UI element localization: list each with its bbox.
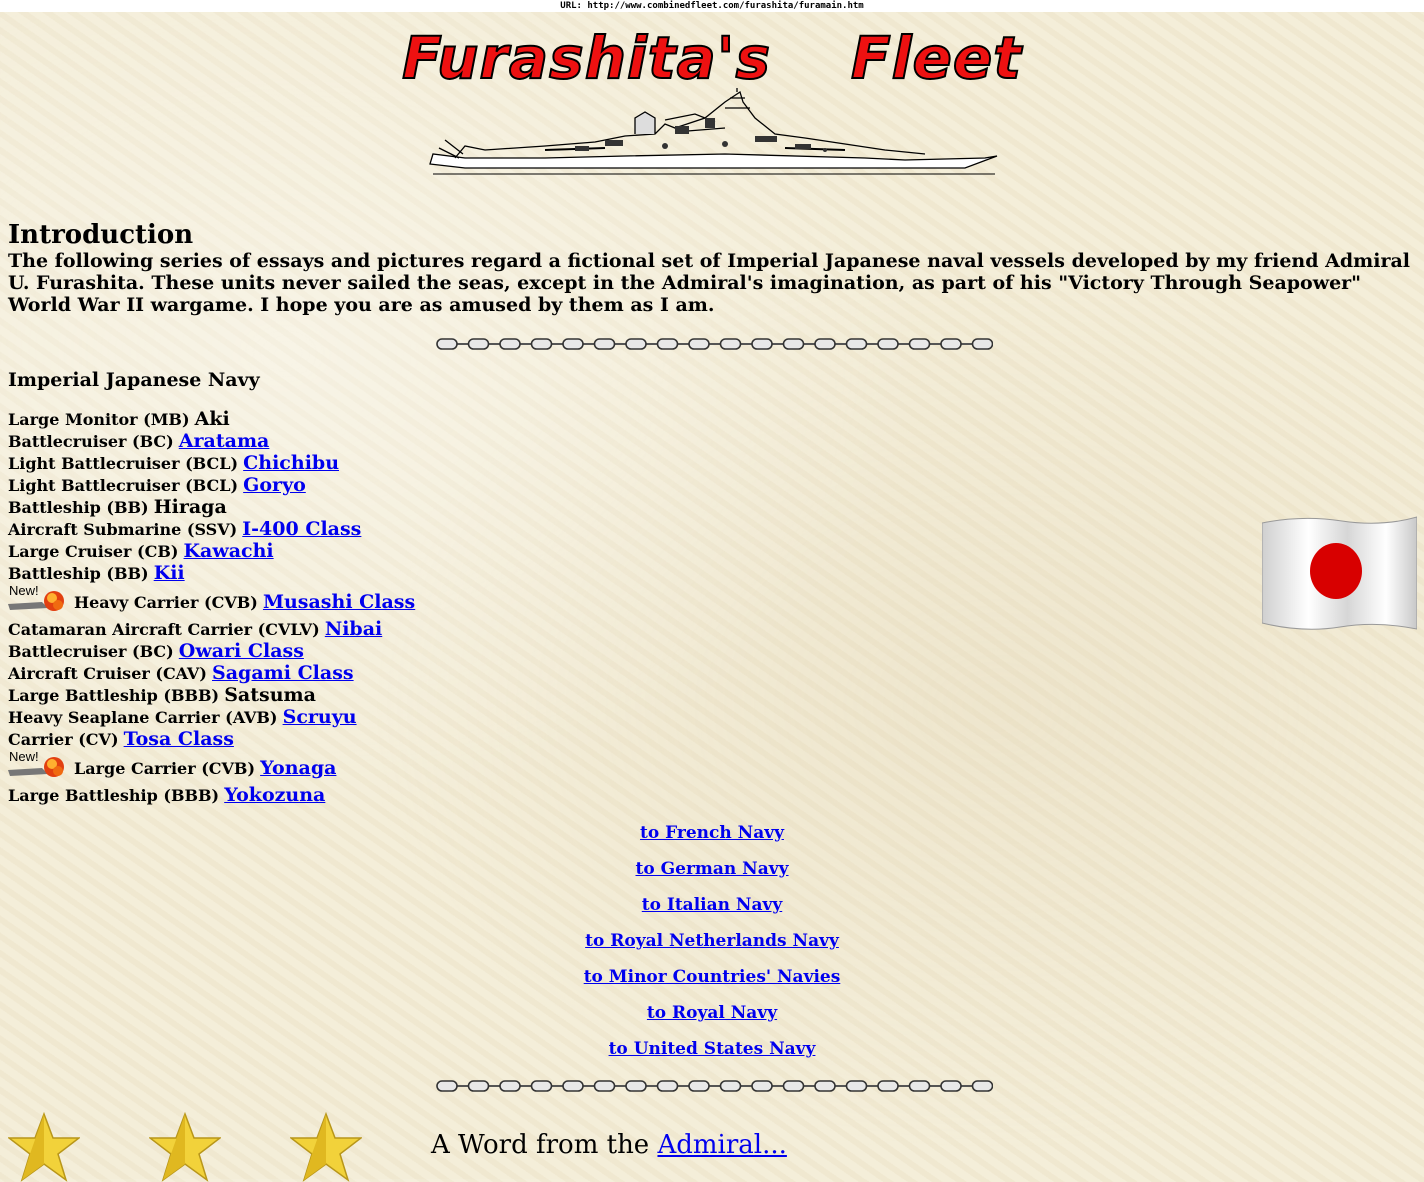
ship-link[interactable]: I-400 Class — [242, 518, 361, 540]
admiral-link[interactable]: Admiral... — [657, 1130, 786, 1160]
japanese-flag-icon — [1262, 516, 1417, 630]
word-from-admiral: A Word from the Admiral... — [431, 1130, 787, 1160]
ship-list: Large Monitor (MB) Aki Battlecruiser (BC)… — [8, 408, 415, 806]
gold-star-icon — [149, 1112, 221, 1182]
ship-link[interactable]: Owari Class — [179, 640, 304, 662]
ship-type: Battleship (BB) — [8, 498, 149, 517]
new-badge-icon: New! — [8, 583, 70, 614]
ship-link[interactable]: Musashi Class — [263, 591, 415, 613]
chain-divider-bottom-icon — [436, 1080, 993, 1092]
ship-item: Aircraft Cruiser (CAV) Sagami Class — [8, 662, 415, 684]
ship-item: Battleship (BB) Hiraga — [8, 496, 415, 518]
ship-type: Large Cruiser (CB) — [8, 542, 179, 561]
chain-divider-icon — [436, 338, 993, 350]
ship-item: Battlecruiser (BC) Owari Class — [8, 640, 415, 662]
nav-item: to Italian Navy — [0, 892, 1424, 928]
nav-item: to French Navy — [0, 820, 1424, 856]
navy-link[interactable]: to Royal Netherlands Navy — [585, 931, 839, 951]
ship-type: Light Battlecruiser (BCL) — [8, 454, 239, 473]
ship-name: Aki — [194, 408, 230, 430]
ship-type: Large Battleship (BBB) — [8, 686, 220, 705]
nav-item: to Royal Navy — [0, 1000, 1424, 1036]
ship-link[interactable]: Tosa Class — [124, 728, 234, 750]
ship-link[interactable]: Chichibu — [243, 452, 339, 474]
title-furashitas: Furashita's — [401, 23, 772, 93]
navy-link[interactable]: to Royal Navy — [647, 1003, 777, 1023]
ship-type: Heavy Seaplane Carrier (AVB) — [8, 708, 278, 727]
navy-link[interactable]: to German Navy — [636, 859, 789, 879]
battleship-drawing-icon — [429, 88, 998, 175]
url-bar: URL: http://www.combinedfleet.com/furash… — [0, 0, 1424, 12]
ship-type: Catamaran Aircraft Carrier (CVLV) — [8, 620, 320, 639]
ship-item: Battleship (BB) Kii — [8, 562, 415, 584]
nav-item: to Minor Countries' Navies — [0, 964, 1424, 1000]
ship-item: Large Cruiser (CB) Kawachi — [8, 540, 415, 562]
nav-item: to Royal Netherlands Navy — [0, 928, 1424, 964]
ship-type: Carrier (CV) — [8, 730, 119, 749]
navy-links: to French Navy to German Navy to Italian N… — [0, 820, 1424, 1072]
ship-type: Battlecruiser (BC) — [8, 642, 174, 661]
ship-item: Aircraft Submarine (SSV) I-400 Class — [8, 518, 415, 540]
ship-type: Large Battleship (BBB) — [8, 786, 220, 805]
ship-link[interactable]: Scruyu — [283, 706, 357, 728]
new-badge-icon: New! — [8, 749, 70, 780]
ship-name: Satsuma — [224, 684, 316, 706]
navy-link[interactable]: to United States Navy — [609, 1039, 816, 1059]
ship-item: Large Battleship (BBB) Satsuma — [8, 684, 415, 706]
intro-text: The following series of essays and pictu… — [8, 250, 1411, 316]
ship-name: Hiraga — [153, 496, 227, 518]
ship-item: Heavy Seaplane Carrier (AVB) Scruyu — [8, 706, 415, 728]
gold-star-icon — [8, 1112, 80, 1182]
intro-heading: Introduction — [8, 220, 194, 250]
ship-link[interactable]: Sagami Class — [212, 662, 354, 684]
ship-type: Aircraft Cruiser (CAV) — [8, 664, 207, 683]
nav-item: to German Navy — [0, 856, 1424, 892]
ship-type: Battleship (BB) — [8, 564, 149, 583]
navy-link[interactable]: to French Navy — [640, 823, 784, 843]
svg-text:New!: New! — [9, 584, 39, 598]
title-fleet: Fleet — [850, 23, 1022, 93]
ship-link[interactable]: Yokozuna — [224, 784, 325, 806]
navy-heading: Imperial Japanese Navy — [8, 369, 260, 391]
ship-item: New! Heavy Carrier (CVB) Musashi Class — [8, 583, 415, 618]
ship-link[interactable]: Yonaga — [260, 757, 336, 779]
gold-star-icon — [290, 1112, 362, 1182]
navy-link[interactable]: to Minor Countries' Navies — [584, 967, 841, 987]
ship-type: Battlecruiser (BC) — [8, 432, 174, 451]
ship-item: Carrier (CV) Tosa Class — [8, 728, 415, 750]
ship-link[interactable]: Kii — [154, 562, 185, 584]
ship-item: New! Large Carrier (CVB) Yonaga — [8, 749, 415, 784]
ship-link[interactable]: Kawachi — [184, 540, 274, 562]
ship-link[interactable]: Nibai — [325, 618, 382, 640]
ship-link[interactable]: Goryo — [243, 474, 306, 496]
ship-item: Battlecruiser (BC) Aratama — [8, 430, 415, 452]
ship-type: Aircraft Submarine (SSV) — [8, 520, 238, 539]
ship-type: Heavy Carrier (CVB) — [74, 593, 258, 612]
ship-type: Large Carrier (CVB) — [74, 759, 256, 778]
nav-item: to United States Navy — [0, 1036, 1424, 1072]
ship-item: Large Battleship (BBB) Yokozuna — [8, 784, 415, 806]
ship-type: Light Battlecruiser (BCL) — [8, 476, 239, 495]
ship-item: Catamaran Aircraft Carrier (CVLV) Nibai — [8, 618, 415, 640]
navy-link[interactable]: to Italian Navy — [642, 895, 782, 915]
word-prefix: A Word from the — [431, 1130, 650, 1160]
ship-type: Large Monitor (MB) — [8, 410, 190, 429]
svg-text:New!: New! — [9, 750, 39, 764]
ship-item: Large Monitor (MB) Aki — [8, 408, 415, 430]
ship-link[interactable]: Aratama — [179, 430, 270, 452]
ship-item: Light Battlecruiser (BCL) Goryo — [8, 474, 415, 496]
ship-item: Light Battlecruiser (BCL) Chichibu — [8, 452, 415, 474]
page-title: Furashita's Fleet — [0, 23, 1424, 93]
